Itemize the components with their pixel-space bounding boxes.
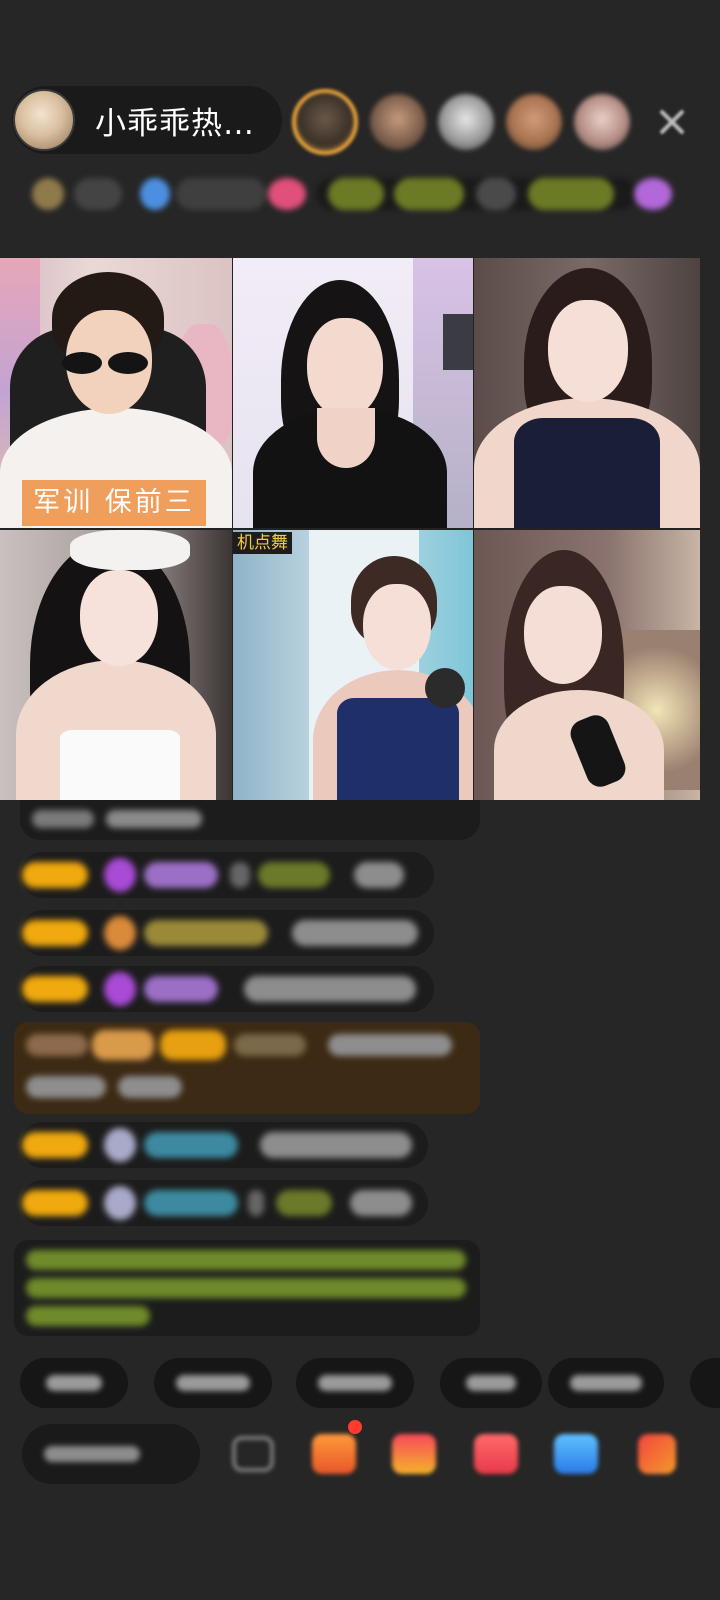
- video-tile[interactable]: 军训 保前三: [0, 258, 232, 528]
- quick-reply-chips: [20, 1358, 720, 1410]
- red-packet-icon[interactable]: [474, 1434, 518, 1474]
- notification-dot: [348, 1420, 362, 1434]
- video-tile[interactable]: [0, 530, 232, 800]
- video-tile[interactable]: [474, 258, 700, 528]
- quick-chip[interactable]: [296, 1358, 414, 1408]
- room-info-bar[interactable]: [16, 172, 688, 216]
- viewer-avatar[interactable]: [438, 94, 494, 150]
- quick-chip[interactable]: [548, 1358, 664, 1408]
- game-icon[interactable]: [554, 1434, 598, 1474]
- gift-box-icon[interactable]: [312, 1434, 356, 1474]
- chat-message: [20, 1122, 428, 1168]
- chat-message: [20, 852, 434, 898]
- host-avatar[interactable]: [13, 89, 75, 151]
- quick-chip[interactable]: [154, 1358, 272, 1408]
- chat-message-highlight: [14, 1022, 480, 1114]
- video-tile[interactable]: [474, 530, 700, 800]
- video-tile[interactable]: 机点舞: [233, 530, 473, 800]
- gift-bag-icon[interactable]: [392, 1434, 436, 1474]
- chat-message: [20, 1180, 428, 1226]
- chat-message: [20, 800, 480, 840]
- viewer-avatar[interactable]: [292, 89, 358, 155]
- chat-icon[interactable]: [232, 1436, 274, 1472]
- more-icon[interactable]: [638, 1434, 676, 1474]
- host-info[interactable]: 小乖乖热…: [12, 86, 282, 154]
- tile-tag: 机点舞: [233, 532, 292, 554]
- top-viewers: [292, 88, 642, 156]
- video-tile[interactable]: [233, 258, 473, 528]
- system-notice: [14, 1240, 480, 1336]
- viewer-avatar[interactable]: [506, 94, 562, 150]
- host-name: 小乖乖热…: [95, 105, 255, 142]
- quick-chip[interactable]: [440, 1358, 542, 1408]
- tile-caption: 军训 保前三: [22, 480, 206, 526]
- chat-message: [20, 910, 434, 956]
- viewer-avatar[interactable]: [574, 94, 630, 150]
- viewer-avatar[interactable]: [370, 94, 426, 150]
- chat-input[interactable]: [22, 1424, 200, 1484]
- quick-chip[interactable]: [20, 1358, 128, 1408]
- quick-chip[interactable]: [690, 1358, 720, 1408]
- video-grid: 军训 保前三 机点舞: [0, 258, 700, 800]
- close-icon[interactable]: [654, 104, 690, 140]
- chat-message: [20, 966, 434, 1012]
